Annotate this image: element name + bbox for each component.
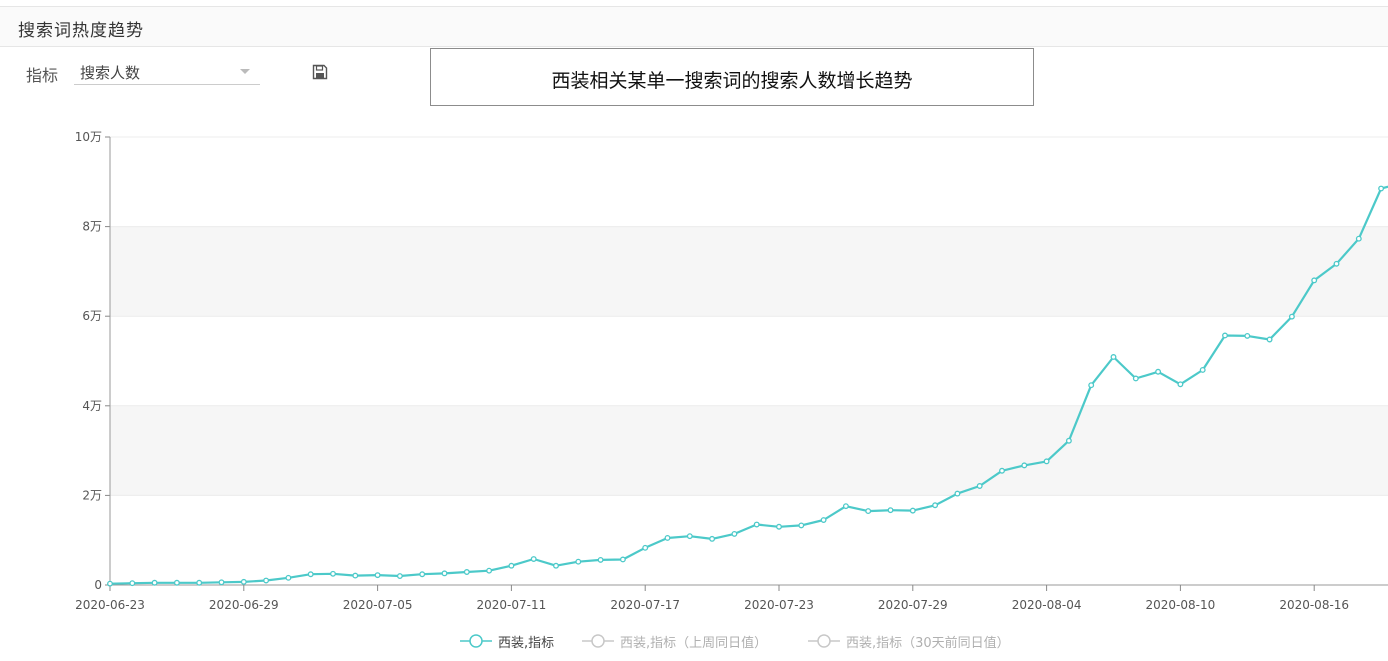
data-point bbox=[1043, 458, 1050, 465]
y-tick-label: 10万 bbox=[75, 130, 102, 144]
y-tick-label: 0 bbox=[94, 578, 102, 592]
data-point bbox=[441, 570, 448, 577]
data-point bbox=[686, 533, 693, 540]
data-point bbox=[798, 522, 805, 529]
data-point bbox=[642, 544, 649, 551]
data-point bbox=[330, 570, 336, 577]
app-root: 搜索词热度趋势 指标 搜索人数 西装相关某单一搜索词的搜索人数增长趋势 0 2万 4… bbox=[0, 0, 1388, 661]
data-point bbox=[1378, 185, 1385, 192]
data-point bbox=[463, 569, 470, 575]
data-point bbox=[1199, 367, 1206, 373]
data-point bbox=[352, 572, 359, 579]
data-point bbox=[1132, 375, 1139, 382]
data-point bbox=[218, 579, 225, 586]
data-point bbox=[820, 517, 827, 523]
grid-band bbox=[110, 405, 1388, 496]
data-point bbox=[419, 571, 426, 578]
data-point bbox=[1155, 368, 1162, 375]
x-tick-label: 2020-06-23 bbox=[75, 598, 145, 612]
data-point bbox=[151, 579, 158, 586]
data-point bbox=[1311, 277, 1318, 284]
legend-label: 西装,指标 bbox=[498, 636, 555, 651]
x-tick-label: 2020-07-11 bbox=[477, 598, 547, 612]
data-point bbox=[709, 535, 716, 542]
data-point bbox=[129, 580, 136, 587]
data-point bbox=[486, 567, 493, 574]
data-point bbox=[887, 507, 894, 514]
x-tick-label: 2020-07-17 bbox=[610, 598, 680, 612]
x-tick-label: 2020-07-29 bbox=[878, 598, 948, 612]
legend-swatch bbox=[582, 634, 614, 648]
data-point bbox=[374, 572, 381, 579]
data-point bbox=[1244, 332, 1251, 339]
data-point bbox=[1288, 313, 1295, 320]
data-point bbox=[619, 556, 626, 563]
data-point bbox=[1110, 354, 1117, 360]
y-tick-label: 4万 bbox=[82, 399, 102, 413]
data-point bbox=[107, 580, 113, 587]
data-point bbox=[285, 574, 292, 581]
x-tick-label: 2020-08-16 bbox=[1279, 598, 1349, 612]
x-tick-label: 2020-08-10 bbox=[1146, 598, 1216, 612]
data-point bbox=[553, 562, 559, 569]
data-point bbox=[865, 508, 872, 515]
data-point bbox=[1222, 332, 1228, 339]
data-point bbox=[976, 483, 983, 489]
data-point bbox=[173, 579, 180, 586]
legend-label: 西装,指标（上周同日值） bbox=[620, 636, 768, 651]
legend-label: 西装,指标（30天前同日值） bbox=[846, 636, 1010, 651]
data-point bbox=[575, 558, 582, 565]
data-point bbox=[396, 573, 403, 579]
data-point bbox=[731, 530, 738, 537]
data-point bbox=[842, 503, 849, 510]
data-point bbox=[999, 467, 1005, 474]
data-point bbox=[932, 502, 939, 509]
data-point bbox=[664, 535, 671, 541]
data-point bbox=[753, 521, 760, 528]
x-tick-label: 2020-07-05 bbox=[343, 598, 413, 612]
legend-swatch bbox=[460, 634, 492, 648]
x-tick-label: 2020-06-29 bbox=[209, 598, 279, 612]
data-point bbox=[508, 562, 515, 569]
data-point bbox=[1088, 382, 1095, 389]
grid-band bbox=[110, 226, 1388, 317]
data-point bbox=[196, 579, 203, 586]
data-point bbox=[263, 577, 270, 584]
data-point bbox=[530, 556, 537, 562]
y-tick-label: 2万 bbox=[82, 488, 102, 502]
data-point bbox=[597, 556, 604, 563]
legend-swatch bbox=[808, 634, 840, 648]
x-tick-label: 2020-08-04 bbox=[1012, 598, 1082, 612]
data-point bbox=[1177, 381, 1184, 388]
data-point bbox=[954, 490, 961, 497]
data-point bbox=[1021, 462, 1028, 469]
data-point bbox=[1355, 235, 1362, 242]
data-point bbox=[307, 571, 314, 578]
data-point bbox=[909, 507, 916, 514]
y-tick-label: 6万 bbox=[82, 309, 102, 323]
data-point bbox=[1333, 260, 1340, 267]
y-tick-label: 8万 bbox=[82, 220, 102, 234]
data-point bbox=[1266, 336, 1273, 343]
data-point bbox=[776, 523, 782, 530]
line-chart: 0 2万 4万 6万 8万 10万 2020-06-23 2020-06-29 2020-07-… bbox=[75, 130, 1388, 612]
x-tick-label: 2020-07-23 bbox=[744, 598, 814, 612]
data-point bbox=[1065, 437, 1072, 444]
data-point bbox=[240, 578, 247, 585]
